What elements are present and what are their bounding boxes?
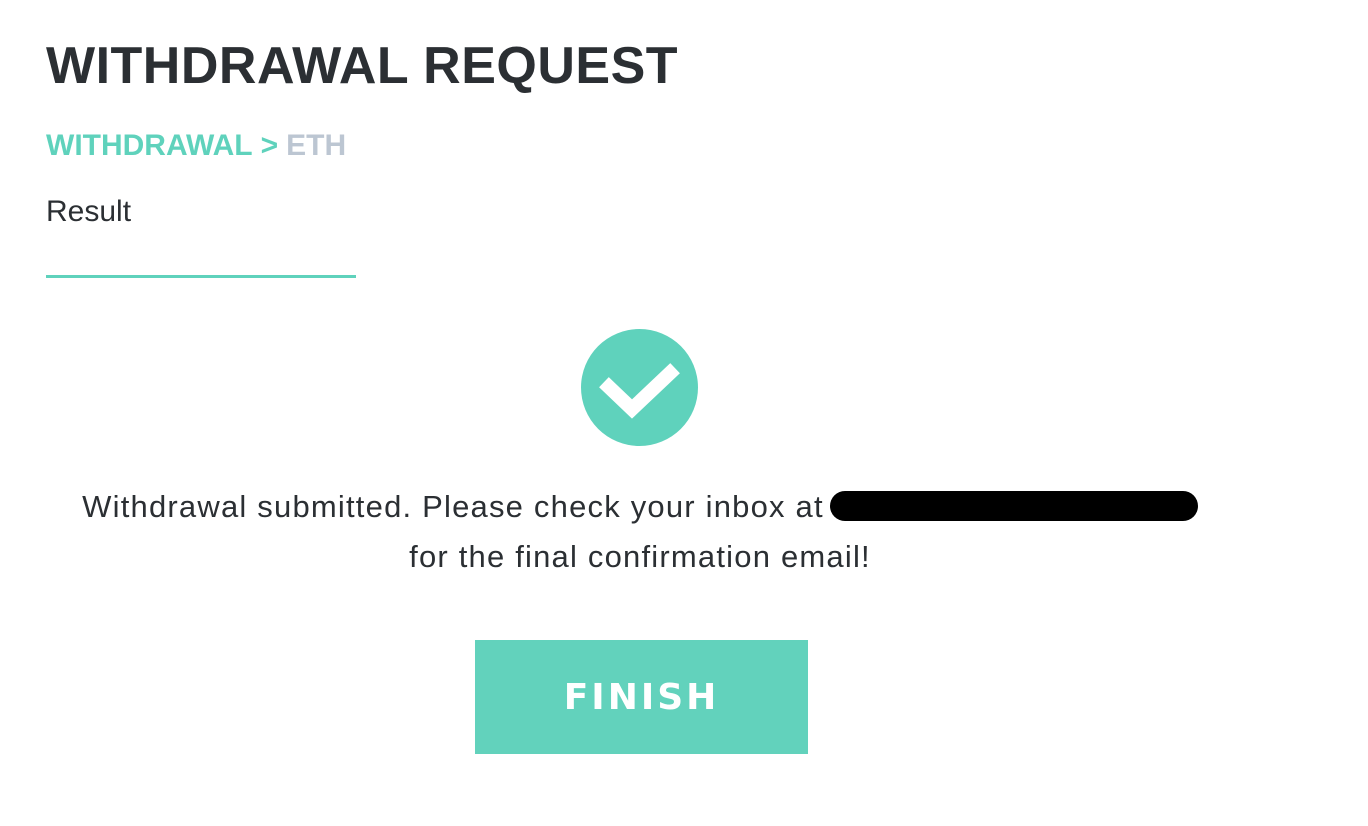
redacted-email	[829, 491, 1198, 521]
step-indicator-underline	[46, 275, 356, 278]
breadcrumb-withdrawal-link[interactable]: WITHDRAWAL	[46, 129, 253, 162]
page-title: WITHDRAWAL REQUEST	[46, 37, 679, 95]
step-label: Result	[46, 195, 132, 228]
breadcrumb-current: ETH	[286, 129, 347, 162]
result-message-line1: Withdrawal submitted. Please check your …	[82, 489, 824, 524]
breadcrumb-separator: >	[260, 129, 279, 162]
check-circle-icon	[581, 329, 698, 446]
result-message: Withdrawal submitted. Please check your …	[40, 482, 1240, 582]
breadcrumb: WITHDRAWAL > ETH	[46, 128, 346, 164]
finish-button[interactable]: FINISH	[475, 640, 808, 754]
result-message-line2: for the final confirmation email!	[409, 539, 871, 574]
